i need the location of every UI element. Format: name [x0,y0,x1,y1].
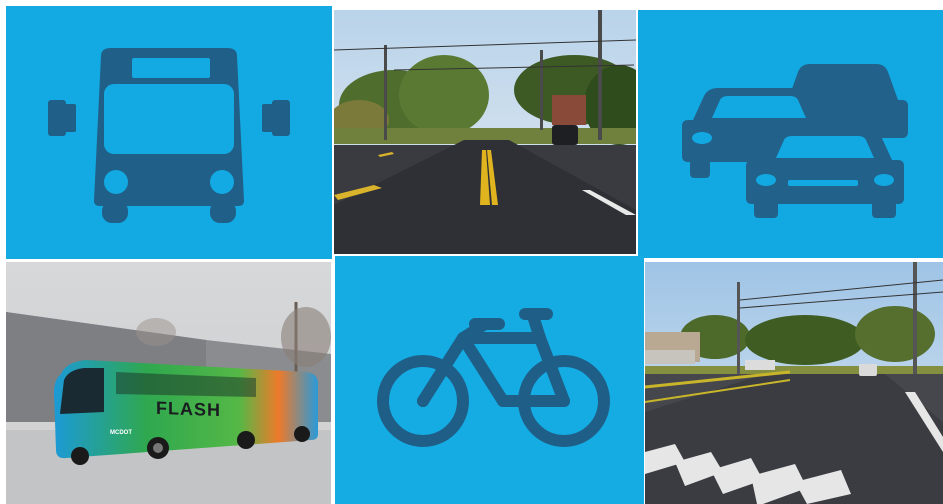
flash-bus-image [6,262,331,504]
road-photo [334,10,636,254]
intersection-image [645,262,943,504]
bicycle-icon [335,256,644,504]
bus-icon-tile [6,6,332,259]
bus-operator-text: MCDOT [110,430,132,436]
traffic-cars-icon [638,10,943,258]
flash-bus-photo: FLASH MCDOT [6,262,331,504]
intersection-photo [645,262,943,504]
road-photo-image [334,10,636,254]
bus-icon [6,6,332,259]
traffic-icon-tile [638,10,943,258]
bus-side-text: FLASH [156,397,221,421]
bicycle-icon-tile [335,256,644,504]
